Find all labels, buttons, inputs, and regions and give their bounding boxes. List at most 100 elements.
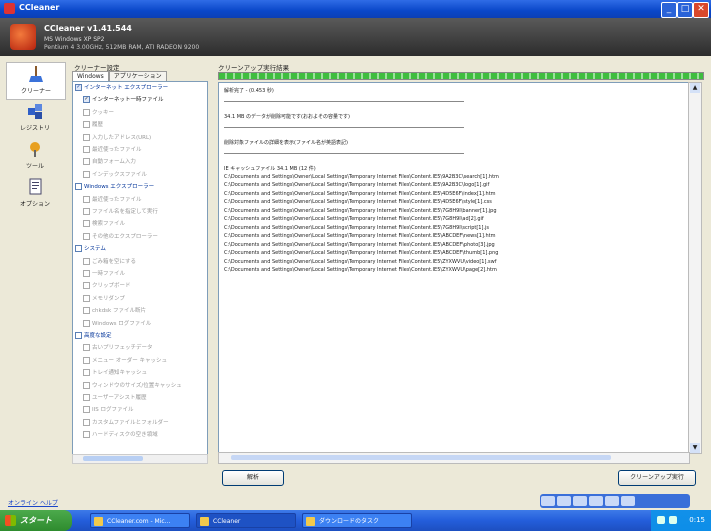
checkbox-icon[interactable] — [83, 146, 90, 153]
tree-item[interactable]: 古いプリフェッチデータ — [83, 344, 153, 352]
scrollbar-thumb[interactable] — [231, 455, 611, 460]
dock-icon[interactable] — [605, 496, 619, 506]
start-button[interactable]: スタート — [0, 510, 72, 531]
system-tray: 0:15 — [651, 510, 711, 531]
tab-windows[interactable]: Windows — [72, 71, 109, 81]
checkbox-icon[interactable] — [83, 418, 90, 426]
tree-item[interactable]: ファイル名を指定して実行 — [83, 208, 158, 216]
checkbox-icon[interactable] — [75, 245, 82, 253]
tree-item[interactable]: クッキー — [83, 108, 114, 117]
nav-options[interactable]: オプション — [6, 176, 64, 212]
tree-item[interactable]: ユーザーアシスト履歴 — [83, 394, 146, 402]
scroll-up-icon[interactable]: ▲ — [690, 83, 700, 93]
checkbox-icon[interactable] — [83, 195, 90, 203]
tree-item[interactable]: Windows ログファイル — [83, 319, 151, 328]
tree-item[interactable]: chkdsk ファイル断片 — [83, 307, 146, 315]
dock-icon[interactable] — [573, 496, 587, 506]
tray-volume-icon[interactable] — [669, 516, 677, 524]
checkbox-icon[interactable] — [83, 369, 90, 377]
tree-item-label: 高度な設定 — [84, 333, 112, 339]
tree-item[interactable]: 入力したアドレス(URL) — [83, 133, 152, 142]
tree-item[interactable]: 履歴 — [83, 121, 103, 129]
log-horizontal-scrollbar[interactable] — [218, 452, 690, 464]
checkbox-checked-icon[interactable]: ✓ — [83, 96, 90, 104]
task-label: ダウンロードのタスク — [319, 518, 380, 525]
checkbox-icon[interactable] — [83, 294, 90, 302]
tree-item[interactable]: 最近使ったファイル — [83, 195, 142, 204]
checkbox-icon[interactable] — [83, 394, 90, 401]
tree-item[interactable]: ✓ インターネット エクスプローラー — [75, 84, 168, 92]
checkbox-icon[interactable] — [83, 344, 90, 352]
tree-item[interactable]: メニュー オーダー キャッシュ — [83, 356, 167, 365]
tab-applications[interactable]: アプリケーション — [108, 71, 167, 81]
checkbox-icon[interactable] — [83, 381, 90, 389]
dock-icon[interactable] — [621, 496, 635, 506]
tree-item-label: ファイル名を指定して実行 — [92, 209, 158, 215]
checkbox-icon[interactable] — [83, 220, 90, 228]
taskbar-task[interactable]: CCleaner — [196, 513, 296, 528]
taskbar-task[interactable]: CCleaner.com - Mic... — [90, 513, 190, 528]
dock-icon[interactable] — [589, 496, 603, 506]
tree-item[interactable]: メモリダンプ — [83, 294, 125, 303]
checkbox-icon[interactable] — [83, 307, 90, 315]
options-horizontal-scrollbar[interactable] — [72, 454, 208, 464]
progress-bar — [218, 72, 704, 80]
tree-item-label: 最近使ったファイル — [92, 196, 142, 203]
minimize-button[interactable]: _ — [661, 2, 677, 18]
checkbox-icon[interactable] — [83, 121, 90, 129]
checkbox-icon[interactable] — [75, 183, 82, 191]
registry-cubes-icon — [28, 104, 42, 119]
nav-tools[interactable]: ツール — [6, 138, 64, 174]
tree-item[interactable]: Windows エクスプローラー — [75, 183, 154, 191]
checkbox-icon[interactable] — [83, 270, 90, 277]
checkbox-icon[interactable] — [83, 431, 90, 439]
tree-item[interactable]: インデックスファイル — [83, 170, 147, 179]
tree-item[interactable]: 高度な設定 — [75, 332, 112, 340]
run-cleaner-button[interactable]: クリーンアップ実行 — [618, 470, 696, 486]
checkbox-icon[interactable] — [83, 319, 90, 327]
checkbox-icon[interactable] — [83, 170, 90, 178]
log-vertical-scrollbar[interactable]: ▲ ▼ — [688, 82, 702, 454]
tree-item[interactable]: 最近使ったファイル — [83, 146, 142, 154]
checkbox-icon[interactable] — [83, 282, 90, 290]
checkbox-icon[interactable] — [83, 257, 90, 265]
nav-registry[interactable]: レジストリ — [6, 100, 64, 136]
close-button[interactable]: ✕ — [693, 2, 709, 18]
tree-item-label: メモリダンプ — [92, 295, 125, 302]
checkbox-icon[interactable] — [75, 332, 82, 339]
checkbox-icon[interactable] — [83, 208, 90, 215]
taskbar-task[interactable]: ダウンロードのタスク — [302, 513, 412, 528]
tree-item[interactable]: ハードディスクの空き領域 — [83, 431, 158, 439]
tree-item-label: 入力したアドレス(URL) — [92, 134, 152, 141]
scroll-down-icon[interactable]: ▼ — [690, 443, 700, 453]
tree-item[interactable]: ごみ箱を空にする — [83, 257, 136, 266]
checkbox-icon[interactable] — [83, 356, 90, 364]
tree-item[interactable]: カスタムファイルとフォルダー — [83, 418, 169, 427]
checkbox-checked-icon[interactable]: ✓ — [75, 84, 82, 91]
cleaner-options-tree: ✓ インターネット エクスプローラー ✓ インターネット一時ファイル クッキー履歴入力し… — [72, 81, 208, 463]
online-help-link[interactable]: オンライン ヘルプ — [8, 498, 58, 507]
system-os: MS Windows XP SP2 — [44, 36, 105, 43]
checkbox-icon[interactable] — [83, 133, 90, 141]
checkbox-icon[interactable] — [83, 406, 90, 414]
maximize-button[interactable]: □ — [677, 2, 693, 18]
tree-item[interactable]: ウィンドウのサイズ/位置キャッシュ — [83, 381, 182, 390]
dock-icon[interactable] — [557, 496, 571, 506]
tree-item[interactable]: IIS ログファイル — [83, 406, 133, 414]
tree-item[interactable]: システム — [75, 245, 106, 253]
tree-item[interactable]: 自動フォーム入力 — [83, 158, 136, 166]
tray-network-icon[interactable] — [657, 516, 665, 524]
checkbox-icon[interactable] — [83, 232, 90, 240]
dock-icon[interactable] — [541, 496, 555, 506]
analyze-button[interactable]: 解析 — [222, 470, 284, 486]
tree-item[interactable]: ✓ インターネット一時ファイル — [83, 96, 164, 104]
checkbox-icon[interactable] — [83, 158, 90, 166]
scrollbar-thumb[interactable] — [83, 456, 143, 461]
nav-cleaner[interactable]: クリーナー — [6, 62, 66, 100]
tree-item[interactable]: クリップボード — [83, 282, 131, 290]
tree-item[interactable]: 一時ファイル — [83, 270, 125, 278]
tree-item[interactable]: その他のエクスプローラー — [83, 232, 158, 241]
tree-item[interactable]: トレイ通知キャッシュ — [83, 369, 147, 377]
checkbox-icon[interactable] — [83, 108, 90, 116]
tree-item[interactable]: 検索ファイル — [83, 220, 125, 228]
